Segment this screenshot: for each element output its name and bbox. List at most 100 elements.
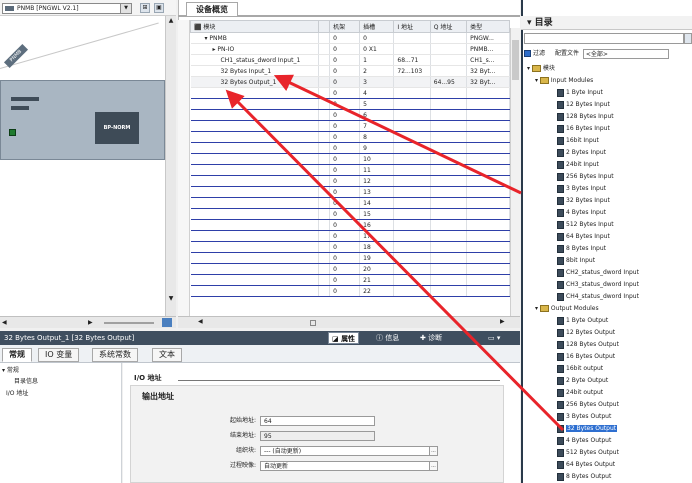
catalog-item[interactable]: 8 Bytes Input	[557, 243, 606, 255]
start-address-input[interactable]: 64	[260, 416, 375, 426]
catalog-item[interactable]: 3 Bytes Input	[557, 183, 606, 195]
table-row[interactable]: ▾ PNMB 0 0 PNGW...	[190, 32, 510, 44]
subtab-io-tags[interactable]: IO 变量	[38, 348, 80, 362]
catalog-item[interactable]: 12 Bytes Input	[557, 99, 610, 111]
table-row[interactable]: 32 Bytes Output_1 0 3 64...95 32 Byt...	[190, 76, 510, 88]
tab-device-overview[interactable]: 设备概览	[186, 2, 238, 16]
horizontal-scrollbar[interactable]: ◀ ▶	[178, 316, 520, 328]
column-header-module[interactable]: ⬛ 模块	[189, 20, 320, 33]
scroll-down-icon[interactable]: ▼	[166, 294, 176, 304]
table-row[interactable]: 0 20	[190, 263, 510, 275]
catalog-item[interactable]: 128 Bytes Input	[557, 111, 614, 123]
tab-diagnostics[interactable]: ✚ 诊断	[420, 332, 442, 344]
profile-dropdown[interactable]: <全部>	[582, 48, 669, 59]
nav-general[interactable]: ▾ 常规	[2, 366, 19, 376]
catalog-item[interactable]: 1 Byte Input	[557, 87, 603, 99]
search-icon[interactable]	[684, 33, 692, 44]
catalog-item[interactable]: 4 Bytes Input	[557, 207, 606, 219]
organization-block-input[interactable]: --- (自动更新)	[260, 446, 436, 456]
tab-properties[interactable]: ◪ 属性	[328, 332, 360, 344]
catalog-item[interactable]: CH2_status_dword Input	[557, 267, 639, 279]
ethernet-port-icon[interactable]	[9, 129, 16, 136]
scroll-thumb[interactable]	[310, 320, 316, 326]
catalog-item[interactable]: 16 Bytes Output	[557, 351, 615, 363]
catalog-item[interactable]: 24bit Input	[557, 159, 599, 171]
table-row[interactable]: CH1_status_dword Input_1 0 1 68...71 CH1_s..…	[190, 54, 510, 66]
vertical-scrollbar[interactable]: ▲ ▼	[165, 16, 176, 316]
table-row[interactable]: ▸ PN-IO 0 0 X1 PNMB...	[190, 43, 510, 55]
catalog-item[interactable]: 3 Bytes Output	[557, 411, 611, 423]
tab-info[interactable]: ⓘ 信息	[376, 332, 399, 344]
catalog-item[interactable]: 2 Bytes Input	[557, 147, 606, 159]
column-header-type[interactable]: 类型	[466, 20, 510, 33]
table-row[interactable]: 0 22	[190, 285, 510, 297]
table-row[interactable]: 09	[190, 142, 510, 154]
column-header-i-address[interactable]: I 地址	[393, 20, 431, 33]
catalog-item[interactable]: 512 Bytes Output	[557, 447, 619, 459]
table-row[interactable]: 32 Bytes Input_1 0 2 72...103 32 Byt...	[190, 65, 510, 77]
catalog-item[interactable]: 64 Bytes Output	[557, 459, 615, 471]
catalog-item[interactable]: 256 Bytes Output	[557, 399, 619, 411]
zoom-icon[interactable]	[162, 318, 172, 327]
table-row[interactable]: 0 16	[190, 219, 510, 231]
scroll-left-icon[interactable]: ◀	[2, 318, 11, 327]
column-header-q-address[interactable]: Q 地址	[429, 20, 468, 33]
table-row[interactable]: 0 21	[190, 274, 510, 286]
catalog-item[interactable]: 16bit output	[557, 363, 603, 375]
zoom-slider[interactable]	[104, 322, 154, 324]
catalog-item[interactable]: 2 Byte Output	[557, 375, 608, 387]
vertical-scrollbar[interactable]	[510, 28, 520, 316]
table-row[interactable]: 0 17	[190, 230, 510, 242]
catalog-folder[interactable]: ▾ Output Modules	[535, 303, 599, 315]
catalog-item[interactable]: 128 Bytes Output	[557, 339, 619, 351]
catalog-item[interactable]: 8 Bytes Output	[557, 471, 611, 483]
catalog-search-input[interactable]	[524, 33, 684, 44]
catalog-item[interactable]: CH3_status_dword Input	[557, 279, 639, 291]
network-view[interactable]: PNMB BP-NORM	[0, 0, 176, 316]
browse-button[interactable]: ...	[429, 461, 438, 471]
catalog-item[interactable]: 512 Bytes Input	[557, 219, 614, 231]
device-module[interactable]: BP-NORM	[95, 112, 139, 144]
table-row[interactable]: 0 19	[190, 252, 510, 264]
catalog-item[interactable]: 1 Byte Output	[557, 315, 608, 327]
table-row[interactable]: 0 15	[190, 208, 510, 220]
subtab-system-constants[interactable]: 系统常数	[92, 348, 138, 362]
scroll-up-icon[interactable]: ▲	[166, 16, 176, 26]
table-row[interactable]: 0 13	[190, 186, 510, 198]
nav-io-address[interactable]: I/O 地址	[6, 389, 28, 399]
subtab-general[interactable]: 常规	[2, 348, 32, 362]
catalog-item[interactable]: 32 Bytes Input	[557, 195, 610, 207]
catalog-item[interactable]: 4 Bytes Output	[557, 435, 611, 447]
scroll-right-icon[interactable]: ▶	[88, 318, 97, 327]
catalog-item[interactable]: 16 Bytes Input	[557, 123, 610, 135]
scroll-left-icon[interactable]: ◀	[198, 318, 203, 325]
nav-catalog-info[interactable]: 目录信息	[14, 377, 38, 387]
catalog-item[interactable]: 12 Bytes Output	[557, 327, 615, 339]
table-row[interactable]: 06	[190, 109, 510, 121]
catalog-header[interactable]: ▾ 目录	[521, 16, 692, 30]
topology-icon[interactable]: ⊞	[140, 3, 150, 13]
catalog-item[interactable]: 64 Bytes Input	[557, 231, 610, 243]
zoom-icon[interactable]: ▣	[154, 3, 164, 13]
table-row[interactable]: 05	[190, 98, 510, 110]
catalog-item[interactable]: 32 Bytes Output	[557, 423, 618, 435]
catalog-item[interactable]: 256 Bytes Input	[557, 171, 614, 183]
catalog-folder[interactable]: ▾ Input Modules	[535, 75, 593, 87]
table-row[interactable]: 0 11	[190, 164, 510, 176]
filter-checkbox[interactable]	[524, 50, 531, 57]
catalog-item[interactable]: 16bit Input	[557, 135, 599, 147]
scroll-thumb[interactable]	[512, 40, 519, 80]
table-row[interactable]: 0 18	[190, 241, 510, 253]
device-dropdown[interactable]: PNMB [PNGWL V2.1] ▼	[2, 3, 132, 14]
process-image-input[interactable]: 自动更新	[260, 461, 436, 471]
table-row[interactable]: 0 12	[190, 175, 510, 187]
chevron-down-icon[interactable]: ▾	[527, 18, 532, 28]
catalog-item[interactable]: CH4_status_dword Input	[557, 291, 639, 303]
catalog-item[interactable]: 8bit Input	[557, 255, 595, 267]
device-rack[interactable]	[0, 80, 165, 160]
table-row[interactable]: 0 14	[190, 197, 510, 209]
table-row[interactable]: 0 10	[190, 153, 510, 165]
table-row[interactable]: 08	[190, 131, 510, 143]
table-row[interactable]: 07	[190, 120, 510, 132]
horizontal-scrollbar[interactable]: ◀ ▶	[0, 316, 176, 328]
